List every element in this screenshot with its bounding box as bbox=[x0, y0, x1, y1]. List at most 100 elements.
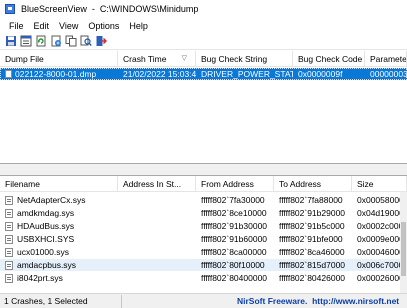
driver-row[interactable]: NetAdapterCx.sys fffff802`7fa30000 fffff… bbox=[0, 194, 407, 206]
to-address-cell: fffff802`80426000 bbox=[279, 273, 346, 283]
driver-file-icon bbox=[5, 209, 13, 218]
driver-row[interactable]: ucx01000.sys fffff802`8ca00000 fffff802`… bbox=[0, 246, 407, 258]
column-filename[interactable]: Filename bbox=[0, 176, 118, 192]
size-cell: 0x00046000 bbox=[357, 247, 404, 257]
menu-view[interactable]: View bbox=[54, 21, 83, 31]
to-address-cell: fffff802`815d7000 bbox=[279, 260, 346, 270]
from-address-cell: fffff802`80400000 bbox=[201, 273, 268, 283]
column-size[interactable]: Size bbox=[352, 176, 407, 192]
address-in-stack-cell bbox=[118, 246, 196, 258]
from-address-cell: fffff802`91b60000 bbox=[201, 234, 268, 244]
driver-row[interactable]: HDAudBus.sys fffff802`91b30000 fffff802`… bbox=[0, 220, 407, 232]
filename: HDAudBus.sys bbox=[17, 221, 75, 231]
properties-icon[interactable] bbox=[19, 35, 32, 48]
nirsoft-link[interactable]: NirSoft Freeware. http://www.nirsoft.net bbox=[122, 296, 399, 306]
scrollbar-thumb[interactable] bbox=[401, 222, 406, 276]
address-in-stack-cell bbox=[118, 220, 196, 232]
copy-icon[interactable] bbox=[64, 35, 77, 48]
driver-file-icon bbox=[5, 196, 13, 205]
column-dump-file[interactable]: Dump File bbox=[0, 51, 118, 67]
filename-cell: USBXHCI.SYS bbox=[0, 233, 118, 245]
driver-file-icon bbox=[5, 261, 13, 270]
filename: ucx01000.sys bbox=[17, 247, 69, 257]
address-in-stack-cell bbox=[118, 272, 196, 284]
filename-cell: amdkmdag.sys bbox=[0, 207, 118, 219]
column-parameter[interactable]: Parameter bbox=[365, 51, 407, 67]
app-icon bbox=[5, 4, 15, 14]
filename-cell: amdacpbus.sys bbox=[0, 259, 118, 271]
column-address-in-stack[interactable]: Address In St... bbox=[118, 176, 196, 192]
driver-list-header: Filename Address In St... From Address T… bbox=[0, 176, 407, 192]
dump-file-icon bbox=[5, 70, 12, 78]
size-cell: 0x04d19000 bbox=[357, 208, 404, 218]
title-bar: BlueScreenView - C:\WINDOWS\Minidump bbox=[0, 0, 407, 18]
exit-icon[interactable] bbox=[94, 35, 107, 48]
driver-row[interactable]: amdkmdag.sys fffff802`8ce10000 fffff802`… bbox=[0, 207, 407, 219]
driver-file-icon bbox=[5, 222, 13, 231]
driver-file-icon bbox=[5, 274, 13, 283]
size-cell: 0x0002c000 bbox=[357, 221, 404, 231]
column-bug-check-string[interactable]: Bug Check String bbox=[196, 51, 293, 67]
driver-row[interactable]: amdacpbus.sys fffff802`80f10000 fffff802… bbox=[0, 259, 407, 271]
to-address-cell: fffff802`91bfe000 bbox=[279, 234, 343, 244]
filename-cell: i8042prt.sys bbox=[0, 272, 118, 284]
window-title: BlueScreenView - C:\WINDOWS\Minidump bbox=[21, 4, 199, 14]
parameter-cell: 00000003 bbox=[370, 69, 407, 79]
driver-file-icon bbox=[5, 235, 13, 244]
refresh-icon[interactable] bbox=[34, 35, 47, 48]
menu-options[interactable]: Options bbox=[83, 21, 124, 31]
crash-time-cell: 21/02/2022 15:03:45 bbox=[123, 69, 196, 79]
vertical-scrollbar[interactable] bbox=[400, 192, 407, 293]
filename-cell: NetAdapterCx.sys bbox=[0, 194, 118, 206]
filename: amdacpbus.sys bbox=[17, 260, 77, 270]
column-bug-check-code[interactable]: Bug Check Code bbox=[293, 51, 365, 67]
size-cell: 0x0009e000 bbox=[357, 234, 404, 244]
dump-file-name: 022122-8000-01.dmp bbox=[15, 69, 97, 79]
menu-edit[interactable]: Edit bbox=[29, 21, 55, 31]
driver-list: Filename Address In St... From Address T… bbox=[0, 175, 407, 293]
driver-file-icon bbox=[5, 248, 13, 257]
from-address-cell: fffff802`91b30000 bbox=[201, 221, 268, 231]
pane-splitter[interactable] bbox=[0, 164, 407, 175]
size-cell: 0x00026000 bbox=[357, 273, 404, 283]
dump-row[interactable]: 022122-8000-01.dmp 21/02/2022 15:03:45 D… bbox=[0, 68, 407, 80]
to-address-cell: fffff802`7fa88000 bbox=[279, 195, 343, 205]
bug-check-code-cell: 0x0000009f bbox=[298, 69, 343, 79]
filename: USBXHCI.SYS bbox=[17, 234, 75, 244]
address-in-stack-cell bbox=[118, 233, 196, 245]
filename: amdkmdag.sys bbox=[17, 208, 75, 218]
from-address-cell: fffff802`8ce10000 bbox=[201, 208, 267, 218]
dump-file-cell: 022122-8000-01.dmp bbox=[0, 68, 118, 80]
column-crash-time-label: Crash Time bbox=[123, 54, 167, 64]
toolbar bbox=[0, 33, 407, 50]
menu-file[interactable]: File bbox=[4, 21, 29, 31]
to-address-cell: fffff802`91b5c000 bbox=[279, 221, 345, 231]
to-address-cell: fffff802`91b29000 bbox=[279, 208, 346, 218]
crash-dump-list: Dump File Crash Time ▽ Bug Check String B… bbox=[0, 51, 407, 164]
save-icon[interactable] bbox=[4, 35, 17, 48]
menu-bar: File Edit View Options Help bbox=[0, 18, 407, 33]
column-to-address[interactable]: To Address bbox=[274, 176, 352, 192]
size-cell: 0x00058000 bbox=[357, 195, 404, 205]
driver-row[interactable]: USBXHCI.SYS fffff802`91b60000 fffff802`9… bbox=[0, 233, 407, 245]
column-from-address[interactable]: From Address bbox=[196, 176, 274, 192]
status-bar: 1 Crashes, 1 Selected NirSoft Freeware. … bbox=[0, 293, 407, 308]
column-crash-time[interactable]: Crash Time ▽ bbox=[118, 51, 196, 67]
bug-check-string-cell: DRIVER_POWER_STATE_F... bbox=[201, 69, 293, 79]
sort-descending-icon: ▽ bbox=[181, 55, 187, 62]
filename: NetAdapterCx.sys bbox=[17, 195, 86, 205]
from-address-cell: fffff802`8ca00000 bbox=[201, 247, 267, 257]
filename-cell: HDAudBus.sys bbox=[0, 220, 118, 232]
address-in-stack-cell bbox=[118, 207, 196, 219]
to-address-cell: fffff802`8ca46000 bbox=[279, 247, 345, 257]
filename-cell: ucx01000.sys bbox=[0, 246, 118, 258]
size-cell: 0x006c7000 bbox=[357, 260, 404, 270]
html-report-icon[interactable] bbox=[49, 35, 62, 48]
crash-count-status: 1 Crashes, 1 Selected bbox=[0, 294, 122, 308]
from-address-cell: fffff802`7fa30000 bbox=[201, 195, 265, 205]
address-in-stack-cell bbox=[118, 259, 196, 271]
find-icon[interactable] bbox=[79, 35, 92, 48]
menu-help[interactable]: Help bbox=[124, 21, 153, 31]
dump-list-header: Dump File Crash Time ▽ Bug Check String B… bbox=[0, 51, 407, 67]
driver-row[interactable]: i8042prt.sys fffff802`80400000 fffff802`… bbox=[0, 272, 407, 284]
